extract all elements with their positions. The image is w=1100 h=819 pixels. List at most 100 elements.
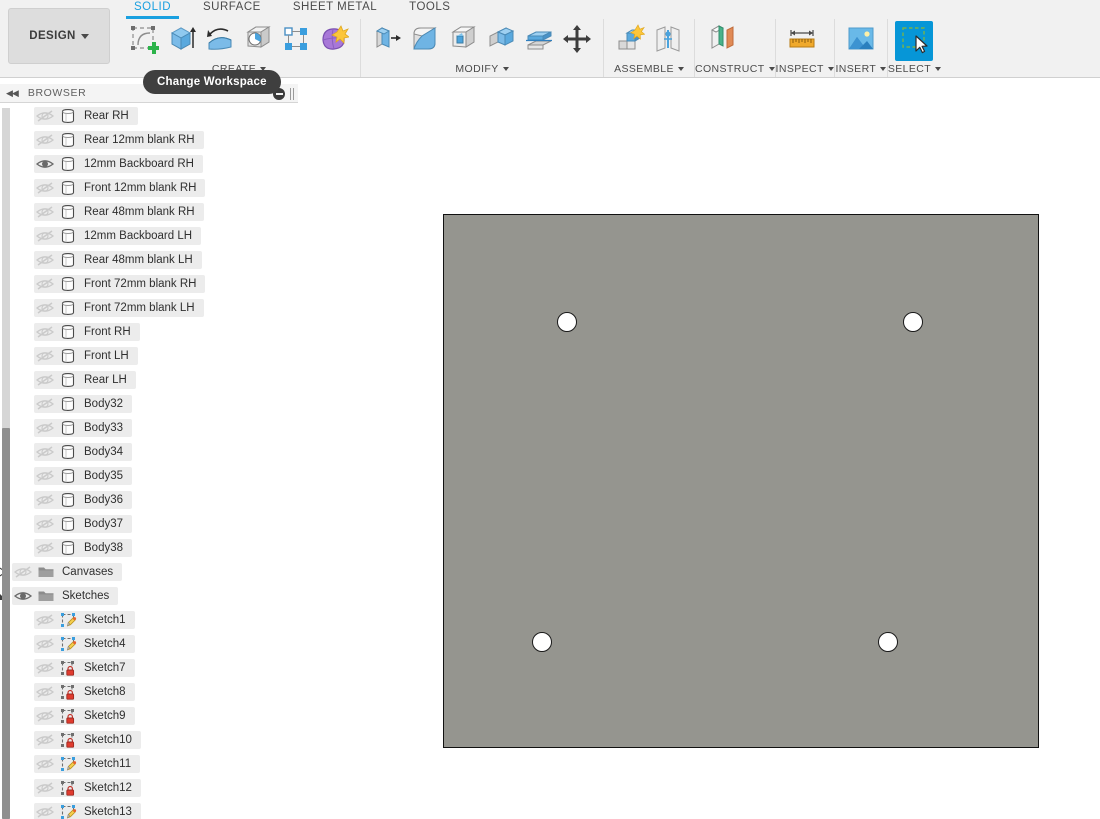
revolve-button[interactable] [201, 21, 239, 61]
tree-row-front-lh[interactable]: Front LH [0, 344, 298, 368]
tree-row-chip[interactable]: Sketch12 [34, 779, 141, 797]
hole-bottom-left[interactable] [532, 632, 552, 652]
eye-hidden-icon[interactable] [34, 179, 56, 197]
eye-hidden-icon[interactable] [34, 707, 56, 725]
eye-visible-icon[interactable] [34, 155, 56, 173]
eye-hidden-icon[interactable] [34, 683, 56, 701]
tree-row-rear-48mm-blank-rh[interactable]: Rear 48mm blank RH [0, 200, 298, 224]
tree-row-chip[interactable]: Canvases [12, 563, 123, 581]
tree-row-sketches[interactable]: Sketches [0, 584, 298, 608]
eye-hidden-icon[interactable] [34, 635, 56, 653]
ribbon-tab-sheet-metal[interactable]: SHEET METAL [277, 0, 393, 19]
eye-hidden-icon[interactable] [34, 539, 56, 557]
tree-row-chip[interactable]: Sketches [12, 587, 119, 605]
tree-row-body35[interactable]: Body35 [0, 464, 298, 488]
tree-row-chip[interactable]: Front RH [34, 323, 140, 341]
panel-title-insert[interactable]: INSERT [835, 63, 887, 77]
tree-row-sketch4[interactable]: Sketch4 [0, 632, 298, 656]
tree-row-sketch1[interactable]: Sketch1 [0, 608, 298, 632]
tree-row-chip[interactable]: Front 12mm blank RH [34, 179, 206, 197]
tree-row-rear-12mm-blank-rh[interactable]: Rear 12mm blank RH [0, 128, 298, 152]
panel-title-create[interactable]: CREATE [118, 63, 360, 77]
new-component-button[interactable] [611, 21, 649, 61]
browser-tree[interactable]: Rear RH Rear 12mm blank RH 12mm Backboard … [0, 104, 298, 819]
panel-title-modify[interactable]: MODIFY [361, 63, 603, 77]
tree-row-chip[interactable]: Sketch11 [34, 755, 141, 773]
ribbon-tab-solid[interactable]: SOLID [118, 0, 187, 19]
workspace-switcher-button[interactable]: DESIGN [8, 8, 110, 64]
eye-hidden-icon[interactable] [34, 659, 56, 677]
eye-hidden-icon[interactable] [34, 755, 56, 773]
eye-hidden-icon[interactable] [34, 227, 56, 245]
tree-row-body37[interactable]: Body37 [0, 512, 298, 536]
eye-hidden-icon[interactable] [34, 419, 56, 437]
tree-row-rear-lh[interactable]: Rear LH [0, 368, 298, 392]
measure-button[interactable] [783, 21, 821, 61]
tree-row-chip[interactable]: 12mm Backboard RH [34, 155, 203, 173]
tree-row-chip[interactable]: Front LH [34, 347, 138, 365]
tree-row-chip[interactable]: Sketch4 [34, 635, 135, 653]
hole-bottom-right[interactable] [878, 632, 898, 652]
split-face-button[interactable] [520, 21, 558, 61]
ribbon-tab-tools[interactable]: TOOLS [393, 0, 466, 19]
tree-row-chip[interactable]: Sketch8 [34, 683, 135, 701]
tree-row-sketch7[interactable]: Sketch7 [0, 656, 298, 680]
tree-row-body36[interactable]: Body36 [0, 488, 298, 512]
tree-row-chip[interactable]: Body34 [34, 443, 133, 461]
panel-title-inspect[interactable]: INSPECT [776, 63, 834, 77]
panel-title-construct[interactable]: CONSTRUCT [695, 63, 775, 77]
create-sketch-button[interactable] [125, 21, 163, 61]
tree-row-sketch9[interactable]: Sketch9 [0, 704, 298, 728]
tree-row-front-72mm-blank-lh[interactable]: Front 72mm blank LH [0, 296, 298, 320]
tree-row-chip[interactable]: Rear RH [34, 107, 138, 125]
tree-row-front-rh[interactable]: Front RH [0, 320, 298, 344]
tree-row-body33[interactable]: Body33 [0, 416, 298, 440]
tree-row-canvases[interactable]: Canvases [0, 560, 298, 584]
press-pull-button[interactable] [368, 21, 406, 61]
panel-resize-grip[interactable] [290, 88, 296, 100]
tree-row-chip[interactable]: Rear 12mm blank RH [34, 131, 204, 149]
eye-hidden-icon[interactable] [34, 299, 56, 317]
tree-row-body34[interactable]: Body34 [0, 440, 298, 464]
tree-row-chip[interactable]: Sketch7 [34, 659, 135, 677]
eye-hidden-icon[interactable] [34, 275, 56, 293]
create-form-button[interactable] [315, 21, 353, 61]
tree-row-chip[interactable]: Sketch9 [34, 707, 135, 725]
select-button[interactable] [894, 21, 933, 61]
panel-title-select[interactable]: SELECT [888, 63, 942, 77]
tree-row-sketch8[interactable]: Sketch8 [0, 680, 298, 704]
tree-row-sketch12[interactable]: Sketch12 [0, 776, 298, 800]
tree-row-sketch10[interactable]: Sketch10 [0, 728, 298, 752]
move-copy-button[interactable] [558, 21, 596, 61]
tree-row-chip[interactable]: Rear 48mm blank LH [34, 251, 202, 269]
eye-hidden-icon[interactable] [34, 107, 56, 125]
tree-row-chip[interactable]: Sketch10 [34, 731, 141, 749]
fillet-button[interactable] [406, 21, 444, 61]
backboard-plate-body[interactable] [443, 214, 1039, 748]
eye-hidden-icon[interactable] [34, 611, 56, 629]
tree-row-chip[interactable]: Rear 48mm blank RH [34, 203, 204, 221]
tree-row-chip[interactable]: Sketch13 [34, 803, 141, 819]
tree-row-chip[interactable]: Body36 [34, 491, 133, 509]
eye-visible-icon[interactable] [12, 587, 34, 605]
eye-hidden-icon[interactable] [34, 131, 56, 149]
scrollbar-thumb[interactable] [2, 428, 10, 819]
tree-row-chip[interactable]: 12mm Backboard LH [34, 227, 202, 245]
offset-plane-button[interactable] [702, 21, 740, 61]
insert-image-button[interactable] [842, 21, 880, 61]
extrude-button[interactable] [163, 21, 201, 61]
design-viewport[interactable] [298, 104, 1100, 819]
hole-button[interactable] [239, 21, 277, 61]
eye-hidden-icon[interactable] [34, 467, 56, 485]
tree-row-chip[interactable]: Front 72mm blank LH [34, 299, 204, 317]
tree-row-chip[interactable]: Body37 [34, 515, 133, 533]
tree-row-body38[interactable]: Body38 [0, 536, 298, 560]
hole-top-left[interactable] [557, 312, 577, 332]
eye-hidden-icon[interactable] [34, 779, 56, 797]
tree-row-chip[interactable]: Front 72mm blank RH [34, 275, 206, 293]
tree-row-chip[interactable]: Rear LH [34, 371, 136, 389]
eye-hidden-icon[interactable] [34, 203, 56, 221]
browser-vertical-scrollbar[interactable] [2, 108, 10, 819]
tree-row-12mm-backboard-lh[interactable]: 12mm Backboard LH [0, 224, 298, 248]
tree-row-chip[interactable]: Body32 [34, 395, 133, 413]
